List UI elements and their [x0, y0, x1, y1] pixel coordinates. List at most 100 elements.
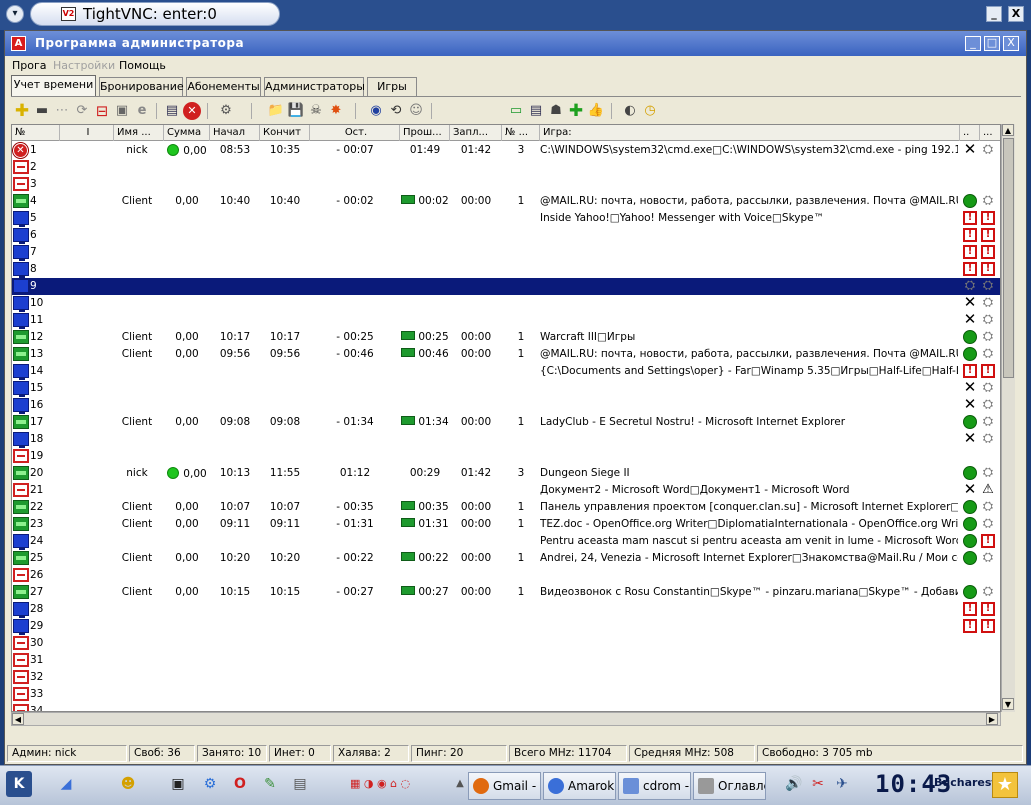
inactive-indicator-icon[interactable]: ⛭ [981, 585, 995, 599]
settings-icon[interactable]: ▤ [527, 102, 545, 120]
running-indicator-icon[interactable] [963, 194, 977, 208]
vertical-scroll-thumb[interactable] [1003, 138, 1014, 378]
tray-expand-icon[interactable]: ▲ [450, 774, 470, 794]
table-row[interactable]: 22 Client 0,00 10:07 10:07 - 00:35 00:35 00:00 1… [12, 499, 1000, 516]
task-gmail[interactable]: Gmail - I [468, 772, 541, 800]
table-row[interactable]: 5 Inside Yahoo!□Yahoo! Messenger with Voi… [12, 210, 1000, 227]
folder-icon[interactable]: 📁 [267, 102, 285, 120]
speaker-icon[interactable]: 🔊 [784, 774, 804, 794]
vnc-window-menu-button[interactable]: ▾ [6, 5, 24, 23]
running-indicator-icon[interactable] [963, 551, 977, 565]
table-row[interactable]: 25 Client 0,00 10:20 10:20 - 00:22 00:22 00:00 1… [12, 550, 1000, 567]
inactive-indicator-icon[interactable]: ⛭ [981, 398, 995, 412]
inactive-indicator-icon[interactable]: ⛭ [963, 279, 977, 293]
table-row[interactable]: 29!! [12, 618, 1000, 635]
col-flag2[interactable]: ... [980, 125, 1000, 141]
menu-help[interactable]: Помощь [119, 59, 166, 72]
table-row[interactable]: 18 ✕ ⛭ [12, 431, 1000, 448]
alert-indicator-icon[interactable]: ! [963, 619, 977, 633]
eye-icon[interactable]: ◐ [621, 102, 639, 120]
tab-subscriptions[interactable]: Абонементы [186, 77, 261, 97]
stop-icon[interactable]: ⊟ [93, 102, 111, 120]
vnc-minimize-button[interactable]: _ [986, 6, 1002, 22]
pc-icon[interactable]: ▭ [507, 102, 525, 120]
table-row[interactable]: 34 [12, 703, 1000, 711]
col-number[interactable]: № [12, 125, 60, 141]
col-remaining[interactable]: Ост. [310, 125, 400, 141]
explosion-icon[interactable]: ✸ [327, 102, 345, 120]
desktop-icon[interactable]: ◢ [56, 774, 76, 794]
close-session-icon[interactable]: ✕ [183, 102, 201, 120]
running-indicator-icon[interactable] [963, 500, 977, 514]
inactive-indicator-icon[interactable]: ⛭ [981, 143, 995, 157]
tools-icon[interactable]: ⚙ [217, 102, 235, 120]
running-indicator-icon[interactable] [963, 347, 977, 361]
table-row[interactable]: 20 nick 0,00 10:13 11:55 01:12 00:29 01:42 3 Dung… [12, 465, 1000, 482]
table-row[interactable]: 33 [12, 686, 1000, 703]
skull-icon[interactable]: ☠ [307, 102, 325, 120]
table-row[interactable]: 28!! [12, 601, 1000, 618]
running-indicator-icon[interactable] [963, 585, 977, 599]
table-row[interactable]: 10 ✕ ⛭ [12, 295, 1000, 312]
sync-icon[interactable]: ⟲ [387, 102, 405, 120]
tab-games[interactable]: Игры [367, 77, 417, 97]
alert-indicator-icon[interactable]: ! [981, 364, 995, 378]
table-row[interactable]: 14 {C:\Documents and Settings\oper} - Far… [12, 363, 1000, 380]
add-user-icon[interactable]: ✚ [567, 102, 585, 120]
settings-gear-icon[interactable]: ⚙ [200, 774, 220, 794]
table-row[interactable]: 9 ⛭ ⛭ [12, 278, 1000, 295]
network-icon[interactable]: ◉ [367, 102, 385, 120]
running-indicator-icon[interactable] [963, 466, 977, 480]
terminal-icon[interactable]: ▣ [168, 774, 188, 794]
col-game[interactable]: Игра: [540, 125, 960, 141]
kde-start-icon[interactable]: K [6, 771, 32, 797]
close-indicator-icon[interactable]: ✕ [963, 295, 977, 310]
table-row[interactable]: 2 [12, 159, 1000, 176]
scroll-down-icon[interactable]: ▼ [1002, 698, 1014, 710]
vnc-close-button[interactable]: X [1008, 6, 1024, 22]
app-maximize-button[interactable]: □ [984, 36, 1000, 51]
clock-icon[interactable]: ◷ [641, 102, 659, 120]
app-minimize-button[interactable]: _ [965, 36, 981, 51]
table-row[interactable]: 19 [12, 448, 1000, 465]
running-indicator-icon[interactable] [963, 534, 977, 548]
alert-indicator-icon[interactable]: ! [963, 228, 977, 242]
app-close-button[interactable]: X [1003, 36, 1019, 51]
alert-indicator-icon[interactable]: ! [981, 534, 995, 548]
table-row[interactable]: 12 Client 0,00 10:17 10:17 - 00:25 00:25 00:00 1… [12, 329, 1000, 346]
table-row[interactable]: 26 [12, 567, 1000, 584]
alert-indicator-icon[interactable]: ! [963, 364, 977, 378]
favorites-star-icon[interactable]: ★ [992, 772, 1018, 798]
col-paid[interactable]: Запл... [450, 125, 502, 141]
table-row[interactable]: 32 [12, 669, 1000, 686]
table-row[interactable]: 27 Client 0,00 10:15 10:15 - 00:27 00:27 00:00 1… [12, 584, 1000, 601]
inactive-indicator-icon[interactable]: ⛭ [981, 194, 995, 208]
close-indicator-icon[interactable]: ✕ [963, 482, 977, 497]
close-indicator-icon[interactable]: ✕ [963, 431, 977, 446]
tray-tool-icon[interactable]: ✂ [808, 774, 828, 794]
table-row[interactable]: 7!! [12, 244, 1000, 261]
alert-indicator-icon[interactable]: ! [963, 602, 977, 616]
inactive-indicator-icon[interactable]: ⛭ [981, 551, 995, 565]
table-row[interactable]: 13 Client 0,00 09:56 09:56 - 00:46 00:46 00:00 1… [12, 346, 1000, 363]
table-row[interactable]: 11 ✕ ⛭ [12, 312, 1000, 329]
close-indicator-icon[interactable]: ✕ [963, 312, 977, 327]
table-row[interactable]: ✕ 1 nick 0,00 08:53 10:35- 00:07 01:49 01:42 3 C:… [12, 142, 1000, 159]
warning-indicator-icon[interactable]: ⚠ [981, 483, 995, 497]
scroll-right-icon[interactable]: ▶ [986, 713, 998, 725]
alert-indicator-icon[interactable]: ! [981, 602, 995, 616]
table-row[interactable]: 24 Pentru aceasta mam nascut si pentru ac… [12, 533, 1000, 550]
computer-icon[interactable]: ▣ [113, 102, 131, 120]
users-icon[interactable]: ☗ [547, 102, 565, 120]
menu-settings[interactable]: Настройки [53, 59, 115, 72]
task-contents[interactable]: Оглавле [693, 772, 766, 800]
alert-indicator-icon[interactable]: ! [981, 245, 995, 259]
tab-booking[interactable]: Бронирование [99, 77, 184, 97]
horizontal-scrollbar[interactable]: ◀ ▶ [11, 712, 1001, 726]
inactive-indicator-icon[interactable]: ⛭ [981, 381, 995, 395]
table-row[interactable]: 8!! [12, 261, 1000, 278]
properties-icon[interactable]: ▤ [163, 102, 181, 120]
tab-administrators[interactable]: Администраторы [264, 77, 365, 97]
editor-icon[interactable]: ✎ [260, 774, 280, 794]
table-row[interactable]: 4 Client 0,00 10:40 10:40 - 00:02 00:02 00:00 1 @… [12, 193, 1000, 210]
